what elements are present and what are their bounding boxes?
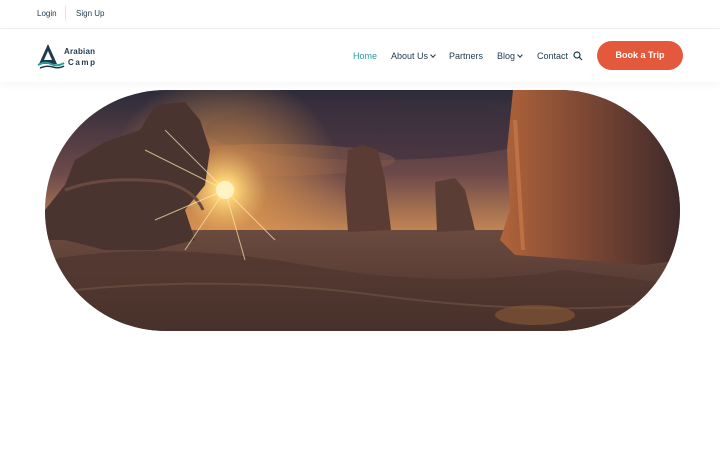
nav-partners[interactable]: Partners — [449, 51, 483, 61]
brand-name-line2: Camp — [68, 58, 97, 67]
book-trip-button[interactable]: Book a Trip — [597, 41, 683, 70]
nav-about[interactable]: About Us — [391, 51, 436, 61]
brand-logo[interactable]: Arabian Camp — [37, 42, 107, 70]
top-bar: Login Sign Up — [0, 0, 720, 29]
nav-blog-label: Blog — [497, 51, 516, 61]
hero-image — [45, 90, 680, 331]
brand-name-line1: Arabian — [64, 47, 96, 56]
nav-about-label: About Us — [391, 51, 429, 61]
nav-home[interactable]: Home — [353, 51, 377, 61]
nav-contact[interactable]: Contact — [537, 51, 568, 61]
desert-sunset-illustration — [45, 90, 680, 331]
top-bar-divider — [65, 6, 66, 21]
chevron-down-icon — [517, 52, 523, 58]
search-icon[interactable] — [573, 51, 583, 61]
chevron-down-icon — [430, 52, 436, 58]
logo-mark-icon — [37, 44, 65, 69]
nav-blog[interactable]: Blog — [497, 51, 523, 61]
login-link[interactable]: Login — [37, 9, 57, 18]
signup-link[interactable]: Sign Up — [76, 9, 104, 18]
